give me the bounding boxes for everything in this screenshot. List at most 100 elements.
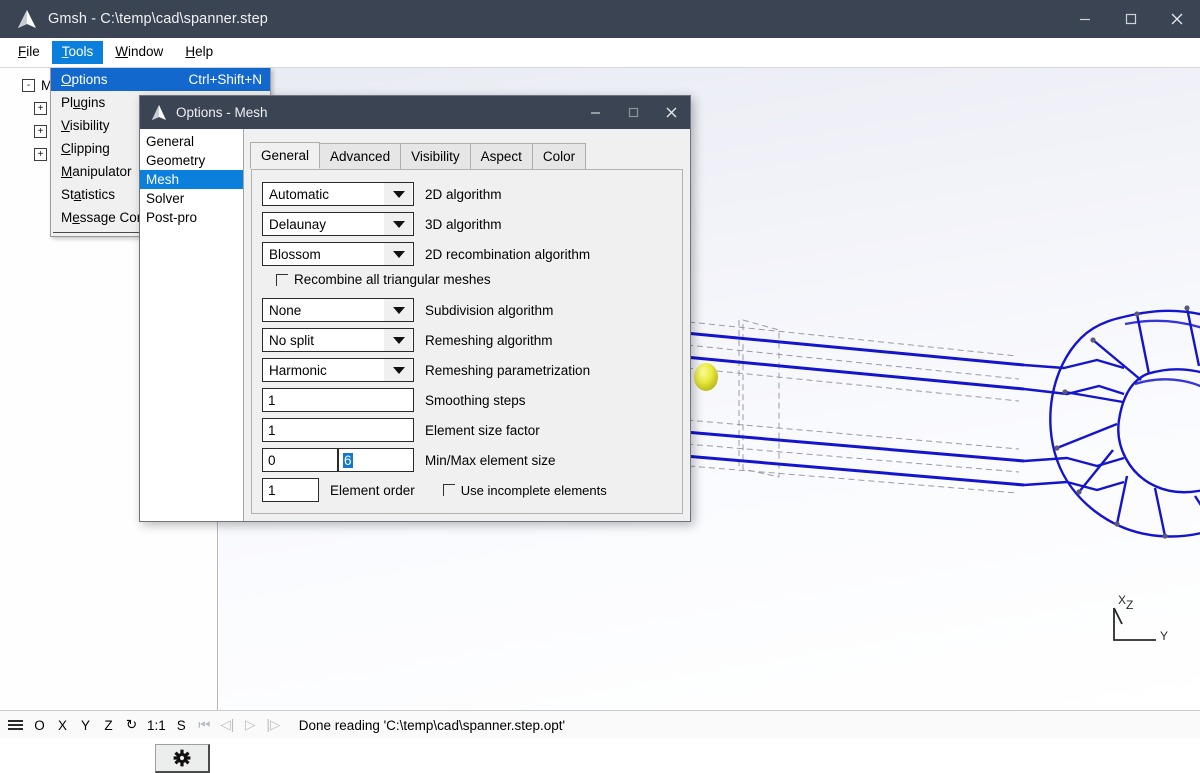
field-subdivision-algorithm: None Subdivision algorithm	[262, 298, 682, 322]
axis-label-y: Y	[1160, 629, 1168, 643]
element-order-label: Element order	[330, 482, 415, 498]
menu-window[interactable]: Window	[105, 41, 173, 64]
gmsh-application-window: Gmsh - C:\temp\cad\spanner.step File Too…	[0, 0, 1200, 773]
menu-item-shortcut: Ctrl+Shift+N	[188, 72, 262, 87]
maximize-icon[interactable]	[614, 96, 652, 129]
category-general[interactable]: General	[140, 132, 243, 151]
2d-recombination-value: Blossom	[269, 246, 321, 262]
minimize-icon[interactable]	[1062, 0, 1108, 38]
status-bar: O X Y Z ↻ 1:1 S ⏮ ◁| ▷ |▷ Done reading '…	[0, 710, 1200, 739]
minimize-icon[interactable]	[576, 96, 614, 129]
close-icon[interactable]	[1154, 0, 1200, 38]
element-order-value: 1	[268, 482, 276, 498]
axis-label-x: X	[1118, 593, 1126, 607]
field-element-size-factor: 1 Element size factor	[262, 418, 682, 442]
z-axis-button[interactable]: Z	[101, 714, 116, 736]
max-element-size-input[interactable]: 6	[338, 448, 414, 472]
tab-advanced[interactable]: Advanced	[319, 143, 402, 169]
subdivision-value: None	[269, 302, 302, 318]
menu-item-label: Plugins	[61, 95, 106, 110]
3d-algorithm-select[interactable]: Delaunay	[262, 212, 414, 236]
category-mesh[interactable]: Mesh	[140, 170, 243, 189]
field-2d-algorithm: Automatic 2D algorithm	[262, 182, 682, 206]
tab-visibility[interactable]: Visibility	[400, 143, 471, 169]
min-element-size-value: 0	[268, 452, 276, 468]
dialog-tab-strip: General Advanced Visibility Aspect Color	[244, 129, 690, 169]
expand-icon[interactable]: +	[34, 125, 47, 138]
2d-algorithm-value: Automatic	[269, 186, 330, 202]
gear-icon[interactable]	[155, 744, 210, 773]
rotate-icon[interactable]: ↻	[124, 714, 139, 736]
checkbox-icon[interactable]	[276, 273, 288, 286]
remeshing-parametrization-select[interactable]: Harmonic	[262, 358, 414, 382]
chevron-down-icon[interactable]	[384, 213, 412, 235]
use-incomplete-elements-label: Use incomplete elements	[460, 482, 607, 498]
axis-label-z: Z	[1126, 598, 1133, 612]
element-size-factor-input[interactable]: 1	[262, 418, 414, 442]
gmsh-triangle-icon	[14, 9, 40, 29]
subdivision-select[interactable]: None	[262, 298, 414, 322]
min-max-element-size-label: Min/Max element size	[425, 452, 556, 468]
menu-item-label: Clipping	[61, 141, 110, 156]
title-bar: Gmsh - C:\temp\cad\spanner.step	[0, 0, 1200, 38]
smoothing-steps-input[interactable]: 1	[262, 388, 414, 412]
options-dialog: Options - Mesh General Geometry Mesh Sol…	[139, 95, 691, 522]
category-post-pro[interactable]: Post-pro	[140, 208, 243, 227]
field-element-order: 1 Element order Use incomplete elements	[262, 478, 682, 502]
menu-icon[interactable]	[8, 720, 23, 730]
field-2d-recombination-algorithm: Blossom 2D recombination algorithm	[262, 242, 682, 266]
next-frame-button[interactable]: |▷	[266, 714, 281, 736]
field-3d-algorithm: Delaunay 3D algorithm	[262, 212, 682, 236]
category-solver[interactable]: Solver	[140, 189, 243, 208]
tab-aspect[interactable]: Aspect	[469, 143, 533, 169]
dialog-title-bar: Options - Mesh	[140, 96, 690, 129]
field-min-max-element-size: 0 6 Min/Max element size	[262, 448, 682, 472]
previous-frame-button[interactable]: ◁|	[220, 714, 235, 736]
2d-recombination-select[interactable]: Blossom	[262, 242, 414, 266]
field-smoothing-steps: 1 Smoothing steps	[262, 388, 682, 412]
2d-algorithm-select[interactable]: Automatic	[262, 182, 414, 206]
menu-help[interactable]: Help	[175, 41, 223, 64]
chevron-down-icon[interactable]	[384, 183, 412, 205]
collapse-icon[interactable]: -	[22, 79, 35, 92]
origin-button[interactable]: O	[32, 714, 47, 736]
x-axis-button[interactable]: X	[55, 714, 70, 736]
remeshing-value: No split	[269, 332, 315, 348]
recombine-all-label: Recombine all triangular meshes	[294, 272, 491, 287]
menu-file[interactable]: File	[8, 41, 50, 64]
chevron-down-icon[interactable]	[384, 299, 412, 321]
maximize-icon[interactable]	[1108, 0, 1154, 38]
first-frame-button[interactable]: ⏮	[197, 714, 212, 736]
scale-button[interactable]: 1:1	[147, 714, 166, 736]
chevron-down-icon[interactable]	[384, 329, 412, 351]
y-axis-button[interactable]: Y	[78, 714, 93, 736]
close-icon[interactable]	[652, 96, 690, 129]
expand-icon[interactable]: +	[34, 148, 47, 161]
remeshing-label: Remeshing algorithm	[425, 332, 553, 348]
chevron-down-icon[interactable]	[384, 359, 412, 381]
field-remeshing-parametrization: Harmonic Remeshing parametrization	[262, 358, 682, 382]
menu-bar: File Tools Window Help	[0, 38, 1200, 68]
field-remeshing-algorithm: No split Remeshing algorithm	[262, 328, 682, 352]
chevron-down-icon[interactable]	[384, 243, 412, 265]
min-element-size-input[interactable]: 0	[262, 448, 338, 472]
expand-icon[interactable]: +	[34, 102, 47, 115]
tab-general[interactable]: General	[250, 142, 321, 169]
snapshot-button[interactable]: S	[174, 714, 189, 736]
recombine-all-checkbox-row[interactable]: Recombine all triangular meshes	[262, 272, 682, 287]
tab-color[interactable]: Color	[531, 143, 587, 169]
menu-item-label: Statistics	[61, 187, 116, 202]
play-button[interactable]: ▷	[243, 714, 258, 736]
remeshing-select[interactable]: No split	[262, 328, 414, 352]
checkbox-icon[interactable]	[442, 484, 455, 496]
menu-tools[interactable]: Tools	[51, 41, 104, 64]
element-size-factor-label: Element size factor	[425, 422, 540, 438]
window-controls	[1062, 0, 1200, 38]
element-order-input[interactable]: 1	[262, 478, 319, 502]
remeshing-parametrization-label: Remeshing parametrization	[425, 362, 591, 378]
max-element-size-value: 6	[343, 452, 353, 468]
category-geometry[interactable]: Geometry	[140, 151, 243, 170]
smoothing-steps-label: Smoothing steps	[425, 392, 526, 408]
status-message: Done reading 'C:\temp\cad\spanner.step.o…	[298, 717, 566, 733]
menu-item-options[interactable]: Options Ctrl+Shift+N	[51, 68, 270, 91]
